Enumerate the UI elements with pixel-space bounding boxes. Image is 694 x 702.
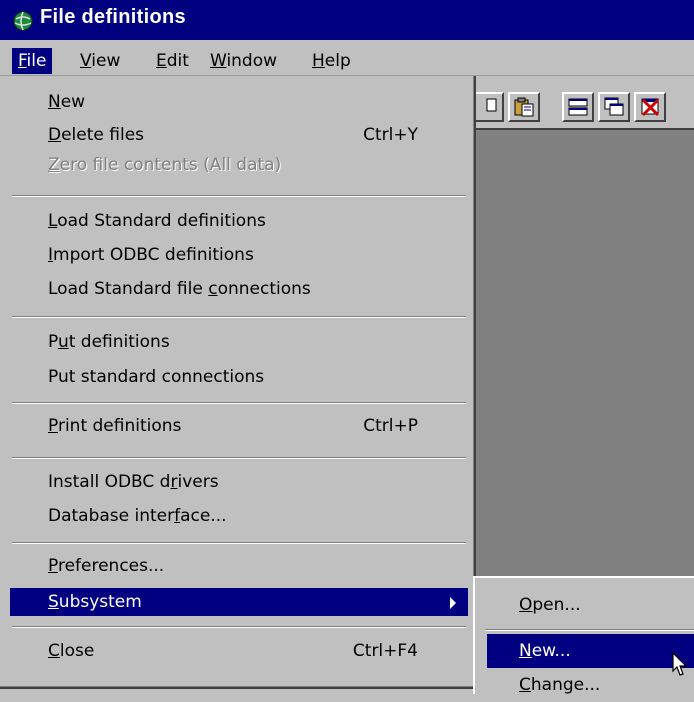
- submenu-arrow-icon: [450, 597, 456, 609]
- title-bar: File definitions: [0, 0, 694, 40]
- menu-item-close[interactable]: Close Ctrl+F4: [48, 637, 468, 665]
- tile-windows-button[interactable]: [562, 92, 594, 122]
- menu-edit[interactable]: Edit: [150, 48, 195, 74]
- menu-window[interactable]: Window: [204, 48, 283, 74]
- menu-separator: [485, 629, 694, 631]
- shortcut-close: Ctrl+F4: [352, 641, 418, 661]
- cascade-windows-button[interactable]: [598, 92, 630, 122]
- cascade-windows-icon: [604, 97, 624, 116]
- shortcut-print-definitions: Ctrl+P: [363, 416, 418, 436]
- globe-icon[interactable]: [13, 11, 33, 31]
- close-window-icon: [641, 98, 660, 117]
- menu-item-preferences[interactable]: Preferences...: [48, 552, 468, 580]
- menu-separator: [12, 626, 466, 628]
- copy-button[interactable]: [472, 92, 504, 122]
- submenu-item-change[interactable]: Change...: [487, 668, 694, 702]
- menu-separator: [12, 316, 466, 318]
- menu-item-subsystem[interactable]: Subsystem: [10, 588, 468, 616]
- menu-item-put-definitions[interactable]: Put definitions: [48, 328, 468, 356]
- shortcut-delete-files: Ctrl+Y: [363, 125, 418, 145]
- menu-item-database-interface[interactable]: Database interface...: [48, 502, 468, 530]
- menu-item-load-standard-file-connections[interactable]: Load Standard file connections: [48, 275, 468, 303]
- file-menu-dropdown: New Delete files Ctrl+Y Zero file content…: [0, 76, 476, 689]
- paste-icon: [514, 97, 534, 117]
- mouse-cursor-icon: [672, 652, 688, 676]
- menu-item-load-standard-definitions[interactable]: Load Standard definitions: [48, 207, 468, 235]
- menu-item-delete-files[interactable]: Delete files Ctrl+Y: [48, 121, 468, 149]
- window-title: File definitions: [40, 6, 186, 28]
- tile-windows-icon: [568, 98, 588, 116]
- menu-separator: [12, 457, 466, 459]
- menu-item-import-odbc-definitions[interactable]: Import ODBC definitions: [48, 241, 468, 269]
- paste-button[interactable]: [508, 92, 540, 122]
- menu-separator: [12, 402, 466, 404]
- mdi-workspace: [474, 128, 694, 578]
- submenu-item-new[interactable]: New...: [487, 634, 694, 668]
- menu-item-print-definitions[interactable]: Print definitions Ctrl+P: [48, 412, 468, 440]
- menu-item-new[interactable]: New: [48, 88, 468, 116]
- menu-separator: [12, 542, 466, 544]
- menu-item-zero-file-contents: Zero file contents (All data): [48, 155, 282, 175]
- close-window-button[interactable]: [634, 92, 666, 122]
- copy-icon: [486, 98, 497, 112]
- menu-help[interactable]: Help: [306, 48, 357, 74]
- subsystem-submenu: Open... New... Change...: [473, 576, 694, 695]
- submenu-item-open[interactable]: Open...: [487, 588, 694, 622]
- menu-view[interactable]: View: [74, 48, 126, 74]
- menu-item-put-standard-connections[interactable]: Put standard connections: [48, 363, 468, 391]
- menu-separator: [12, 195, 466, 197]
- menu-item-install-odbc-drivers[interactable]: Install ODBC drivers: [48, 468, 468, 496]
- menu-file[interactable]: File: [12, 48, 53, 74]
